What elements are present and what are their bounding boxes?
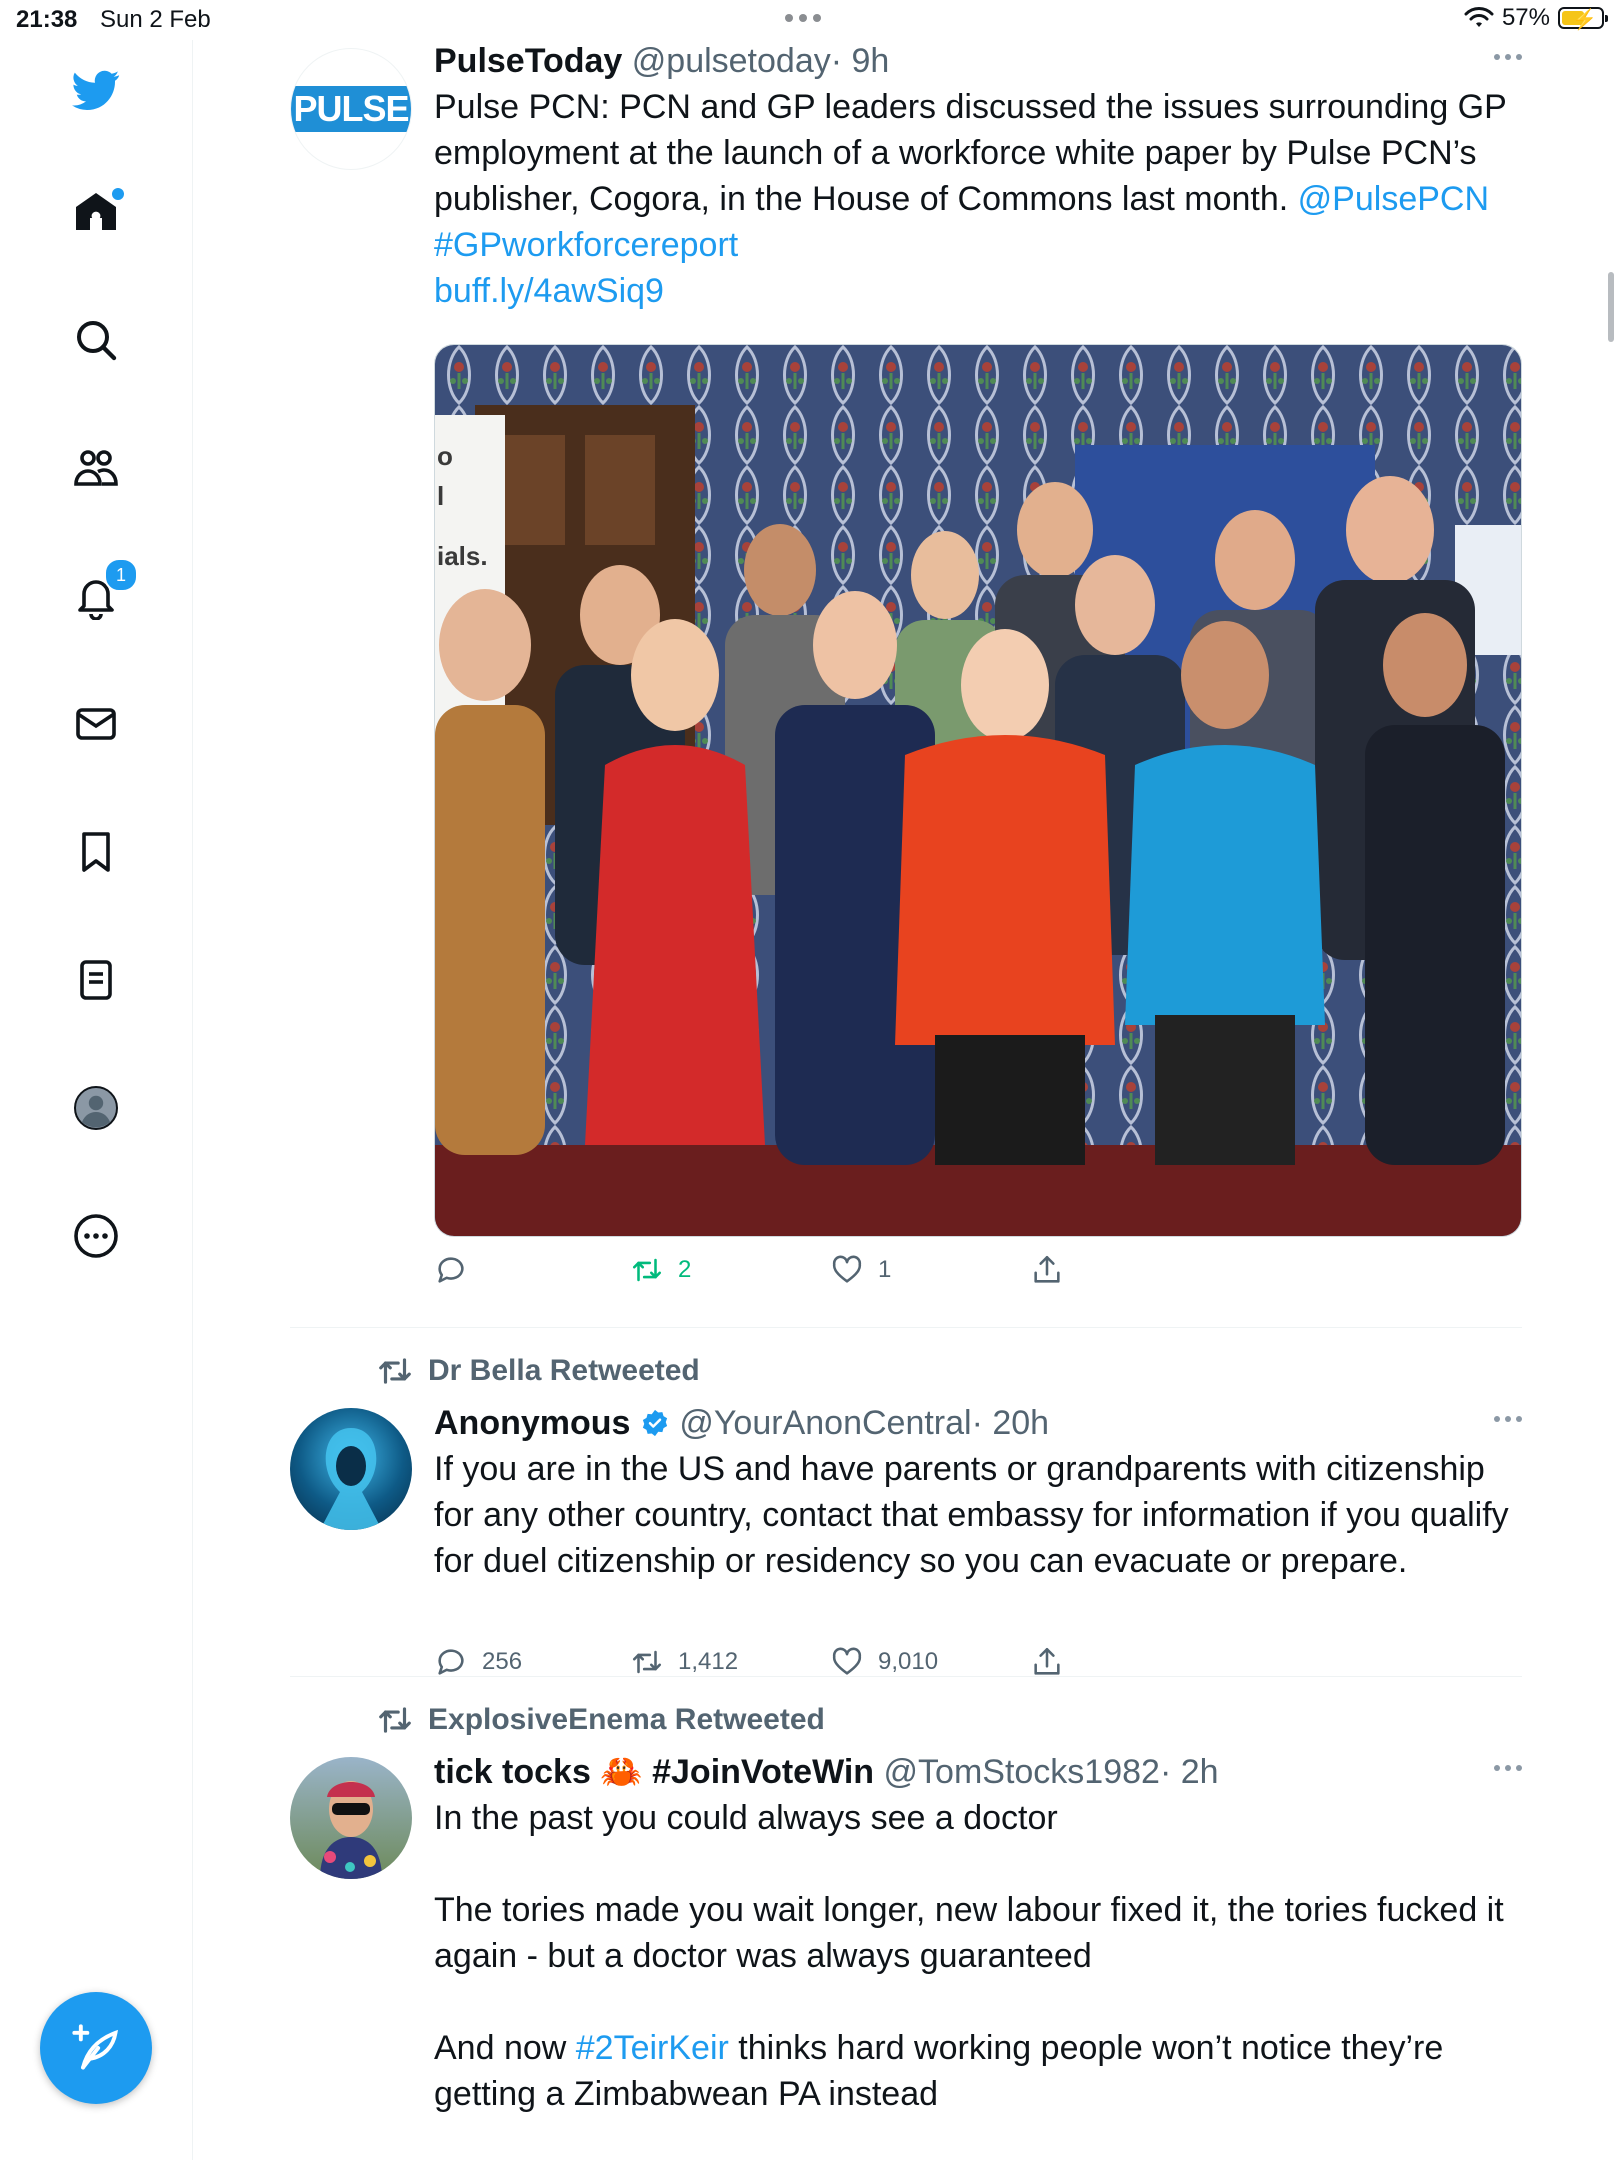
retweeted-by[interactable]: ExplosiveEnema Retweeted — [376, 1701, 825, 1739]
tweet-actions: 256 1,412 9,010 — [434, 1645, 1134, 1685]
tweet-divider — [290, 1676, 1522, 1677]
reply-icon — [438, 1257, 464, 1283]
crab-icon: 🦀 — [600, 1753, 643, 1791]
timestamp[interactable]: · 9h — [831, 42, 890, 80]
reply-button[interactable]: 256 — [434, 1645, 522, 1679]
tweet-actions: 2 1 — [434, 1253, 1134, 1293]
avatar[interactable] — [290, 1408, 412, 1530]
heart-icon — [832, 1255, 862, 1283]
nav-more[interactable] — [46, 1206, 146, 1266]
handle[interactable]: @YourAnonCentral — [679, 1404, 971, 1442]
reply-count: 256 — [482, 1648, 523, 1675]
url-link[interactable]: buff.ly/4awSiq9 — [434, 272, 664, 310]
more-options-icon[interactable] — [1494, 1416, 1522, 1422]
hooded-figure-image — [320, 1428, 382, 1530]
status-date: Sun 2 Feb — [100, 6, 211, 33]
display-name[interactable]: tick tocks — [434, 1753, 591, 1791]
battery-icon: ⚡ — [1558, 7, 1608, 31]
bookmarks-icon — [82, 832, 110, 872]
timestamp[interactable]: · 2h — [1160, 1753, 1219, 1791]
timestamp[interactable]: · 20h — [972, 1404, 1050, 1442]
nav-search[interactable] — [46, 310, 146, 370]
nav-profile[interactable] — [46, 1078, 146, 1138]
tweet-text: In the past you could always see a docto… — [434, 1795, 1522, 2117]
nav-home[interactable] — [46, 182, 146, 242]
like-count: 1 — [878, 1256, 892, 1283]
avatar[interactable]: PULSE — [290, 48, 412, 170]
retweet-count: 1,412 — [678, 1648, 739, 1675]
retweet-button[interactable]: 2 — [630, 1253, 691, 1287]
retweet-icon — [632, 1650, 662, 1674]
profile-icon — [74, 1086, 118, 1130]
retweet-icon — [379, 1707, 411, 1733]
retweet-icon — [379, 1358, 411, 1384]
nav-notifications[interactable]: 1 — [46, 558, 146, 626]
display-name[interactable]: Anonymous — [434, 1404, 630, 1442]
more-options-icon[interactable] — [1494, 54, 1522, 60]
svg-text:l: l — [437, 481, 444, 511]
retweet-count: 2 — [678, 1256, 692, 1283]
scrollbar[interactable] — [1608, 272, 1614, 342]
handle[interactable]: @TomStocks1982 — [884, 1753, 1160, 1791]
twitter-logo-icon[interactable] — [46, 60, 146, 120]
like-button[interactable]: 1 — [830, 1253, 891, 1287]
avatar[interactable] — [290, 1757, 412, 1879]
status-bar: 21:38 Sun 2 Feb 57% ⚡ — [0, 0, 1620, 40]
tweet-text: Pulse PCN: PCN and GP leaders discussed … — [434, 88, 1507, 310]
compose-tweet-icon — [72, 2024, 118, 2070]
tweet-paragraph: The tories made you wait longer, new lab… — [434, 1891, 1504, 1975]
hashtag-link[interactable]: #GPworkforcereport — [434, 226, 738, 264]
nav-lists[interactable] — [46, 950, 146, 1010]
handle[interactable]: @pulsetoday — [632, 42, 831, 80]
communities-icon — [74, 450, 118, 486]
pulse-logo: PULSE — [291, 86, 411, 132]
battery-percent: 57% — [1501, 4, 1550, 31]
heart-icon — [832, 1647, 862, 1675]
search-icon — [77, 321, 117, 361]
like-button[interactable]: 9,010 — [830, 1645, 938, 1679]
retweet-icon — [632, 1258, 662, 1282]
tweet-text: If you are in the US and have parents or… — [434, 1450, 1509, 1580]
display-name-hashtag[interactable]: #JoinVoteWin — [652, 1753, 874, 1791]
status-right: 57% ⚡ — [1464, 4, 1608, 32]
lists-icon — [80, 960, 112, 1000]
tweet-header: PulseToday @pulsetoday· 9h — [434, 40, 1522, 82]
tweet-divider — [290, 1327, 1522, 1328]
nav-communities[interactable] — [46, 438, 146, 498]
user-photo-image — [320, 1781, 382, 1879]
messages-icon — [76, 708, 116, 740]
reply-button[interactable] — [434, 1253, 482, 1287]
tweet-paragraph: And now #2TeirKeir thinks hard working p… — [434, 2029, 1444, 2113]
tweet-paragraph: In the past you could always see a docto… — [434, 1799, 1058, 1837]
more-options-icon[interactable] — [1494, 1765, 1522, 1771]
wifi-icon — [1464, 7, 1494, 27]
sidebar: 1 — [0, 40, 193, 2160]
hashtag-link[interactable]: #2TeirKeir — [576, 2029, 729, 2067]
more-icon — [74, 1214, 118, 1258]
tweet-photo[interactable]: o l ials. — [434, 344, 1522, 1237]
group-photo-image: o l ials. — [435, 345, 1521, 1236]
home-new-dot — [112, 188, 124, 200]
share-icon — [1034, 1255, 1060, 1283]
svg-text:o: o — [437, 441, 453, 471]
nav-messages[interactable] — [46, 694, 146, 754]
share-icon — [1034, 1647, 1060, 1675]
compose-tweet-button[interactable] — [40, 1992, 152, 2104]
status-time: 21:38 — [16, 6, 78, 33]
nav-bookmarks[interactable] — [46, 822, 146, 882]
notifications-badge: 1 — [104, 558, 138, 592]
tweet-header: tick tocks 🦀 #JoinVoteWin @TomStocks1982… — [434, 1751, 1522, 1793]
retweet-button[interactable]: 1,412 — [630, 1645, 738, 1679]
display-name[interactable]: PulseToday — [434, 42, 622, 80]
retweeted-by[interactable]: Dr Bella Retweeted — [376, 1352, 700, 1390]
mention-link[interactable]: @PulsePCN — [1298, 180, 1489, 218]
verified-badge-icon — [642, 1409, 668, 1437]
tweet-header: Anonymous @YourAnonCentral· 20h — [434, 1402, 1522, 1444]
like-count: 9,010 — [878, 1648, 939, 1675]
reply-icon — [438, 1649, 464, 1675]
share-button[interactable] — [1030, 1645, 1064, 1679]
multitasking-dots[interactable] — [785, 14, 821, 22]
svg-text:ials.: ials. — [437, 541, 488, 571]
share-button[interactable] — [1030, 1253, 1064, 1287]
